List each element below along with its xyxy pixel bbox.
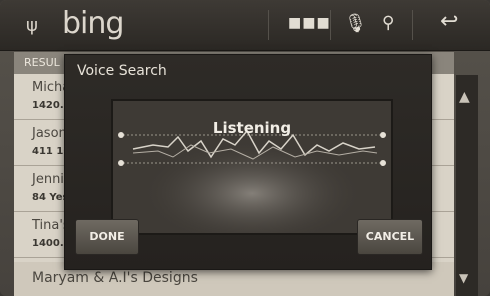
toolbar-divider — [330, 10, 331, 40]
bing-logo-icon: ψ — [26, 15, 38, 36]
list-item-name: Jenni — [32, 172, 64, 187]
list-item-name: Maryam & A.I's Designs — [32, 270, 198, 286]
scroll-down-icon[interactable]: ▼ — [459, 271, 468, 285]
microphone-icon[interactable]: 🎙 — [344, 13, 367, 34]
search-icon[interactable]: ⚲ — [382, 13, 394, 33]
dialog-title: Voice Search — [77, 63, 167, 79]
apps-grid-icon[interactable]: ■■■ — [288, 15, 331, 31]
toolbar-divider — [268, 10, 269, 40]
list-item-name: Jason — [32, 126, 67, 141]
scroll-up-icon[interactable]: ▲ — [459, 89, 470, 105]
scrollbar[interactable]: ▲ ▼ — [456, 75, 478, 296]
back-icon[interactable]: ↩ — [440, 9, 458, 34]
listening-status: Listening — [212, 119, 292, 137]
voice-search-dialog: Voice Search Listening DONE CANCEL — [64, 54, 432, 270]
list-item-address: 84 Yes — [32, 192, 69, 203]
toolbar-divider — [412, 10, 413, 40]
voice-visualizer: Listening — [111, 99, 393, 235]
top-bar: ψ bing ■■■ 🎙 ⚲ ↩ — [0, 0, 490, 51]
app-brand: bing — [62, 6, 124, 41]
screen: ψ bing ■■■ 🎙 ⚲ ↩ RESUL Micha 1420.5 Jaso… — [0, 0, 490, 296]
cancel-button[interactable]: CANCEL — [357, 219, 423, 255]
done-button[interactable]: DONE — [75, 219, 139, 255]
